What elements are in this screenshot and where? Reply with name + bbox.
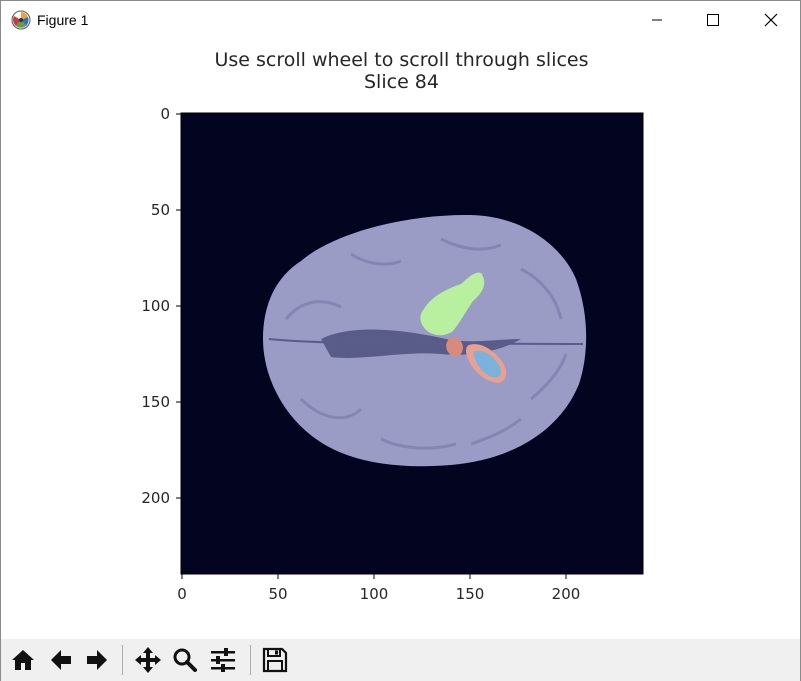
- minimize-icon: [652, 19, 662, 21]
- magnifier-icon: [173, 648, 197, 672]
- figure-window: Figure 1 Use scroll wheel to scroll thro…: [0, 0, 801, 681]
- arrow-left-icon: [51, 650, 71, 670]
- close-button[interactable]: [748, 1, 794, 39]
- x-tick-label: 200: [552, 585, 581, 603]
- x-tick-label: 50: [268, 585, 287, 603]
- toolbar-separator: [250, 645, 251, 675]
- minimize-button[interactable]: [634, 1, 680, 39]
- y-tick-label: 150: [141, 393, 170, 411]
- move-icon: [135, 647, 161, 673]
- home-button[interactable]: [6, 642, 40, 678]
- zoom-button[interactable]: [168, 642, 202, 678]
- toolbar-separator: [122, 645, 123, 675]
- sliders-icon: [211, 648, 235, 672]
- arrow-right-icon: [87, 650, 107, 670]
- matplotlib-logo-icon: [11, 10, 31, 30]
- forward-button[interactable]: [80, 642, 114, 678]
- close-icon: [764, 13, 778, 27]
- y-tick-label: 100: [141, 297, 170, 315]
- x-tick-label: 150: [456, 585, 485, 603]
- x-tick-label: 100: [360, 585, 389, 603]
- configure-subplots-button[interactable]: [206, 642, 240, 678]
- floppy-disk-icon: [262, 647, 288, 673]
- save-button[interactable]: [258, 642, 292, 678]
- back-button[interactable]: [44, 642, 78, 678]
- window-title: Figure 1: [37, 12, 89, 28]
- navigation-toolbar: [1, 639, 800, 681]
- y-tick-label: 50: [151, 201, 170, 219]
- y-tick-label: 0: [160, 105, 170, 123]
- x-axis: [181, 574, 567, 579]
- home-icon: [12, 650, 34, 670]
- x-tick-label: 0: [177, 585, 187, 603]
- y-axis: [176, 113, 181, 499]
- figure-canvas[interactable]: Use scroll wheel to scroll through slice…: [1, 39, 800, 639]
- title-bar: Figure 1: [1, 1, 800, 39]
- maximize-icon: [707, 14, 719, 26]
- image-axes[interactable]: 0 50 100 150 200 0 50 100 150 200: [1, 39, 800, 639]
- maximize-button[interactable]: [690, 1, 736, 39]
- y-tick-label: 200: [141, 489, 170, 507]
- pan-button[interactable]: [131, 642, 165, 678]
